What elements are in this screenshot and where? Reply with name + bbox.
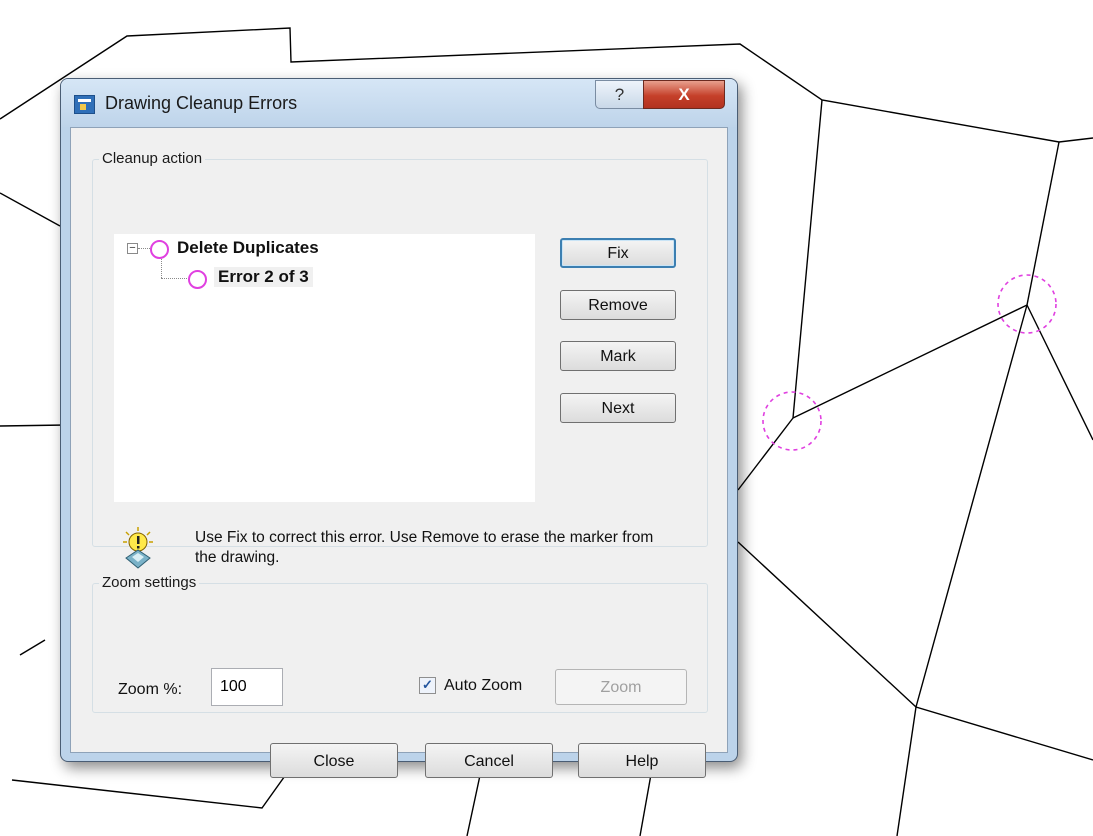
tree-item-delete-duplicates[interactable]: Delete Duplicates — [177, 238, 319, 258]
error-tree[interactable]: − Delete Duplicates Error 2 of 3 — [114, 234, 535, 502]
auto-zoom-label[interactable]: Auto Zoom — [444, 677, 522, 695]
tree-item-error[interactable]: Error 2 of 3 — [214, 267, 313, 287]
remove-button[interactable]: Remove — [560, 290, 676, 320]
app-icon — [74, 95, 95, 114]
fix-button[interactable]: Fix — [560, 238, 676, 268]
help-button[interactable]: Help — [578, 743, 706, 778]
dialog-title: Drawing Cleanup Errors — [105, 93, 298, 113]
zoom-settings-label: Zoom settings — [99, 574, 200, 591]
collapse-icon[interactable]: − — [127, 243, 138, 254]
help-question-button[interactable]: ? — [595, 80, 644, 109]
cancel-button[interactable]: Cancel — [425, 743, 553, 778]
lightbulb-icon — [123, 527, 153, 569]
zoom-button: Zoom — [555, 669, 687, 705]
close-button[interactable]: Close — [270, 743, 398, 778]
cleanup-action-label: Cleanup action — [99, 150, 206, 167]
auto-zoom-checkbox[interactable]: ✓ — [419, 677, 436, 694]
error-marker-icon — [188, 270, 207, 289]
close-icon[interactable]: X — [643, 80, 725, 109]
dialog-body: Cleanup action − Delete Duplicates Error… — [70, 127, 728, 778]
zoom-percent-label: Zoom %: — [118, 681, 183, 698]
next-button[interactable]: Next — [560, 393, 676, 423]
hint-text: Use Fix to correct this error. Use Remov… — [195, 529, 654, 566]
cleanup-errors-dialog: Drawing Cleanup Errors ? X Cleanup actio… — [60, 78, 738, 778]
error-marker-icon — [150, 240, 169, 259]
error-marker-circle[interactable] — [762, 391, 822, 451]
title-bar[interactable]: Drawing Cleanup Errors ? X — [61, 79, 737, 127]
mark-button[interactable]: Mark — [560, 341, 676, 371]
zoom-percent-input[interactable] — [211, 668, 283, 706]
